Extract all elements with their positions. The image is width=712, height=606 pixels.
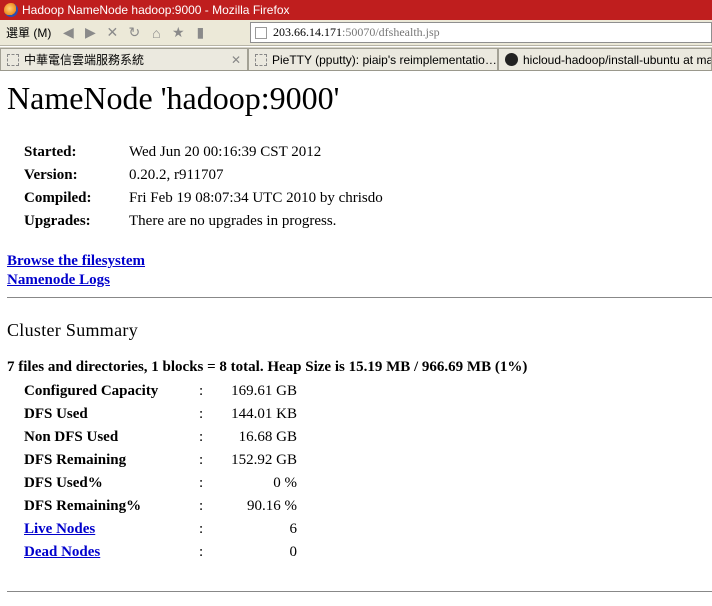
- table-row: DFS Used% : 0 %: [24, 472, 297, 495]
- browse-filesystem-link[interactable]: Browse the filesystem: [7, 252, 145, 271]
- stat-colon: :: [199, 429, 204, 445]
- back-arrow-icon[interactable]: ◀: [57, 23, 79, 43]
- tab-label: PieTTY (pputty): piaip's reimplementatio…: [272, 52, 497, 67]
- page-title: NameNode 'hadoop:9000': [7, 80, 340, 116]
- stat-value: 90.16 %: [247, 498, 297, 514]
- tab-github[interactable]: hicloud-hadoop/install-ubuntu at master: [498, 48, 712, 70]
- stat-colon: :: [199, 475, 204, 491]
- stat-colon: :: [199, 452, 204, 468]
- stat-label: Non DFS Used: [24, 429, 119, 445]
- github-icon: [505, 53, 518, 66]
- menu-button[interactable]: 選單 (M): [0, 24, 57, 41]
- info-value: 0.20.2, r911707: [129, 167, 224, 183]
- nav-links: Browse the filesystem Namenode Logs: [7, 252, 145, 290]
- info-label: Version:: [24, 167, 78, 183]
- info-row-version: Version: 0.20.2, r911707: [24, 164, 383, 187]
- cluster-stats-table: Configured Capacity : 169.61 GB DFS Used…: [24, 380, 297, 564]
- table-row: Configured Capacity : 169.61 GB: [24, 380, 297, 403]
- stat-colon: :: [199, 521, 204, 537]
- tab-cht-cloud[interactable]: 中華電信雲端服務系統 ✕: [0, 48, 248, 70]
- table-row: Dead Nodes : 0: [24, 541, 297, 564]
- stat-value: 152.92 GB: [231, 452, 297, 468]
- tab-pietty[interactable]: PieTTY (pputty): piaip's reimplementatio…: [248, 48, 498, 70]
- stat-label: DFS Used: [24, 406, 88, 422]
- table-row: DFS Remaining% : 90.16 %: [24, 495, 297, 518]
- window-titlebar: Hadoop NameNode hadoop:9000 - Mozilla Fi…: [0, 0, 712, 20]
- dead-nodes-link[interactable]: Dead Nodes: [24, 544, 100, 560]
- stat-value: 169.61 GB: [231, 383, 297, 399]
- tab-strip: 中華電信雲端服務系統 ✕ PieTTY (pputty): piaip's re…: [0, 47, 712, 71]
- tab-label: hicloud-hadoop/install-ubuntu at master: [523, 52, 711, 67]
- namenode-info: Started: Wed Jun 20 00:16:39 CST 2012 Ve…: [24, 141, 383, 233]
- info-value: Fri Feb 19 08:07:34 UTC 2010 by chrisdo: [129, 190, 383, 206]
- signal-bars-icon: ▮: [196, 24, 205, 40]
- site-identity-icon[interactable]: [255, 26, 267, 39]
- stop-icon[interactable]: ✕: [101, 23, 123, 43]
- stat-label-cell: Live Nodes: [24, 521, 199, 538]
- table-row: Non DFS Used : 16.68 GB: [24, 426, 297, 449]
- stat-colon: :: [199, 544, 204, 560]
- forward-arrow-icon[interactable]: ▶: [79, 23, 101, 43]
- info-value: Wed Jun 20 00:16:39 CST 2012: [129, 144, 322, 160]
- cluster-summary-line: 7 files and directories, 1 blocks = 8 to…: [7, 359, 528, 375]
- info-row-compiled: Compiled: Fri Feb 19 08:07:34 UTC 2010 b…: [24, 187, 383, 210]
- firefox-icon: [4, 3, 18, 17]
- stat-colon: :: [199, 498, 204, 514]
- stat-label: DFS Used%: [24, 475, 103, 491]
- stat-value: 0: [289, 544, 298, 560]
- window-title: Hadoop NameNode hadoop:9000 - Mozilla Fi…: [22, 3, 290, 17]
- stat-value: 144.01 KB: [231, 406, 297, 422]
- live-nodes-link[interactable]: Live Nodes: [24, 521, 95, 537]
- url-path: :50070/dfshealth.jsp: [342, 25, 440, 39]
- stat-value: 16.68 GB: [238, 429, 297, 445]
- info-value: There are no upgrades in progress.: [129, 213, 337, 229]
- stat-colon: :: [199, 383, 204, 399]
- page-icon: [255, 53, 267, 66]
- stat-value: 0 %: [273, 475, 297, 491]
- stat-label-cell: Dead Nodes: [24, 544, 199, 561]
- info-label: Upgrades:: [24, 213, 91, 229]
- close-icon[interactable]: ✕: [225, 53, 241, 67]
- stat-colon: :: [199, 406, 204, 422]
- stat-label: DFS Remaining%: [24, 498, 142, 514]
- stat-value: 6: [289, 521, 298, 537]
- stat-label: Configured Capacity: [24, 383, 159, 399]
- reload-icon[interactable]: ↻: [123, 23, 145, 43]
- stat-label: DFS Remaining: [24, 452, 127, 468]
- info-row-started: Started: Wed Jun 20 00:16:39 CST 2012: [24, 141, 383, 164]
- table-row: DFS Used : 144.01 KB: [24, 403, 297, 426]
- page-icon: [7, 53, 19, 66]
- namenode-logs-link[interactable]: Namenode Logs: [7, 271, 145, 290]
- url-host: 203.66.14.171: [273, 25, 342, 39]
- info-row-upgrades: Upgrades: There are no upgrades in progr…: [24, 210, 383, 233]
- url-bar[interactable]: 203.66.14.171 :50070/dfshealth.jsp: [250, 22, 712, 43]
- tab-label: 中華電信雲端服務系統: [24, 53, 145, 67]
- info-label: Compiled:: [24, 190, 92, 206]
- info-label: Started:: [24, 144, 77, 160]
- table-row: Live Nodes : 6: [24, 518, 297, 541]
- divider: [7, 591, 712, 592]
- table-row: DFS Remaining : 152.92 GB: [24, 449, 297, 472]
- bookmark-star-icon[interactable]: ★: [167, 23, 189, 43]
- divider: [7, 297, 712, 298]
- cluster-summary-title: Cluster Summary: [7, 320, 138, 340]
- home-icon[interactable]: ⌂: [145, 23, 167, 43]
